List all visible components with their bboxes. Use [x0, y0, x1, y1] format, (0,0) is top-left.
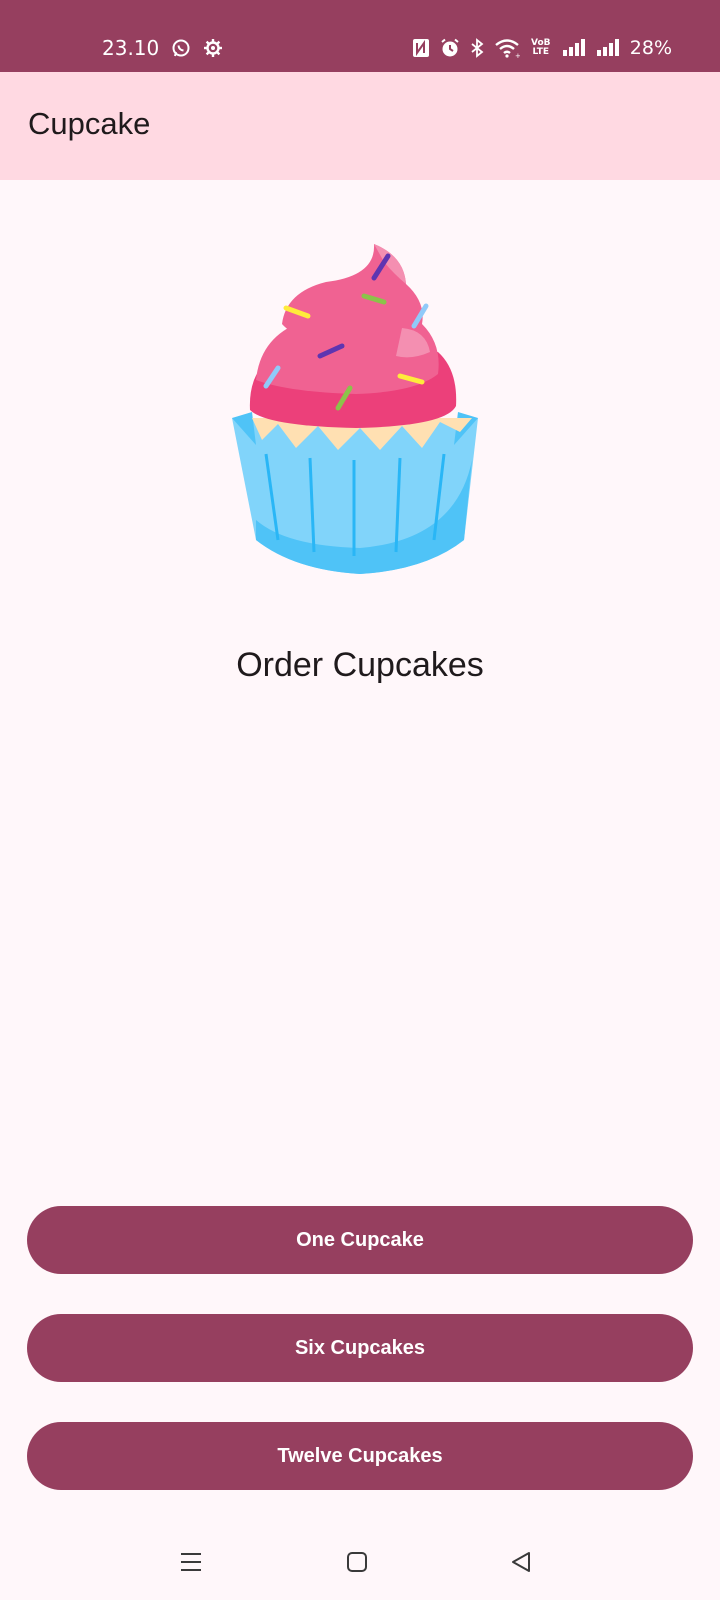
system-nav-bar — [0, 1530, 720, 1600]
whatsapp-icon — [171, 38, 191, 58]
one-cupcake-button[interactable]: One Cupcake — [27, 1206, 693, 1274]
app-title: Cupcake — [28, 106, 151, 141]
svg-text:+: + — [515, 52, 520, 58]
settings-gear-icon — [203, 38, 223, 58]
battery-percentage: 28% — [629, 37, 672, 59]
signal-icon — [596, 38, 620, 58]
nfc-icon — [412, 38, 430, 58]
order-title: Order Cupcakes — [236, 646, 484, 684]
six-cupcakes-button[interactable]: Six Cupcakes — [27, 1314, 693, 1382]
status-bar: 23.10 + VoB LTE 28% — [0, 0, 720, 72]
cupcake-image — [226, 240, 494, 592]
back-icon[interactable] — [499, 1540, 543, 1584]
status-time: 23.10 — [102, 36, 160, 60]
home-icon[interactable] — [335, 1540, 379, 1584]
wifi-icon: + — [494, 38, 520, 58]
menu-icon[interactable] — [169, 1540, 213, 1584]
bluetooth-icon — [470, 38, 484, 58]
app-bar: Cupcake — [0, 72, 720, 180]
status-left: 23.10 — [102, 34, 223, 62]
signal-icon — [562, 38, 586, 58]
alarm-icon — [440, 38, 460, 58]
twelve-cupcakes-button[interactable]: Twelve Cupcakes — [27, 1422, 693, 1490]
status-right: + VoB LTE 28% — [412, 34, 672, 62]
network-type-label: VoB LTE — [531, 38, 551, 57]
